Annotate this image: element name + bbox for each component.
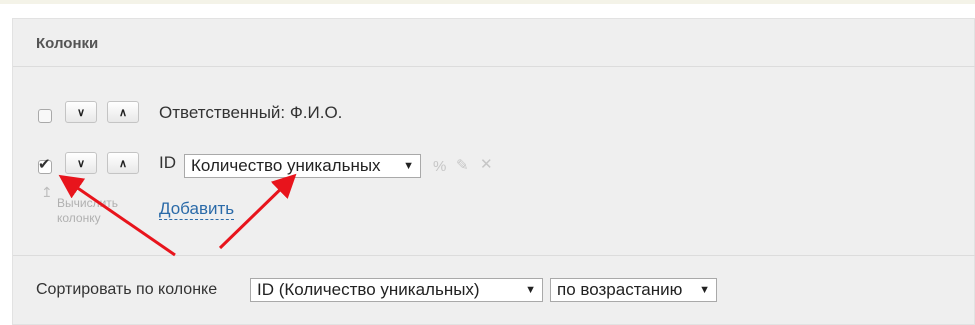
sort-divider (13, 255, 975, 256)
sort-order-select-value: по возрастанию (557, 280, 683, 299)
sort-order-select[interactable]: по возрастанию ▼ (550, 278, 717, 302)
caret-down-icon: ▼ (403, 160, 414, 172)
sort-column-select-value: ID (Количество уникальных) (257, 280, 480, 299)
chevron-down-icon: ∨ (76, 106, 86, 119)
percent-icon[interactable]: % (433, 159, 446, 174)
column-label-responsible: Ответственный: Ф.И.О. (159, 103, 343, 122)
edit-icon[interactable]: ✎ (456, 158, 469, 173)
add-column-link[interactable]: Добавить (159, 199, 235, 220)
top-border-line (0, 0, 975, 4)
move-down-button[interactable]: ∨ (65, 152, 97, 174)
move-up-button[interactable]: ∧ (107, 152, 139, 174)
arrow-up-hint-icon: ↥ (41, 184, 53, 200)
chevron-up-icon: ∧ (118, 106, 128, 119)
sort-label: Сортировать по колонке (36, 281, 218, 298)
column-label-id: ID (159, 153, 176, 172)
aggregate-select-value: Количество уникальных (191, 156, 381, 175)
chevron-up-icon: ∧ (118, 157, 128, 170)
caret-down-icon: ▼ (699, 284, 710, 296)
checkmark-icon: ✔ (38, 156, 51, 173)
chevron-down-icon: ∨ (76, 157, 86, 170)
column-checkbox-id[interactable]: ✔ (38, 156, 52, 174)
section-title: Колонки (36, 35, 99, 52)
compute-column-hint: Вычислить колонку (57, 196, 119, 225)
sort-column-select[interactable]: ID (Количество уникальных) ▼ (250, 278, 543, 302)
caret-down-icon: ▼ (525, 284, 536, 296)
aggregate-select[interactable]: Количество уникальных ▼ (184, 154, 421, 178)
columns-panel: Колонки ∨ ∧ Ответственный: Ф.И.О. ✔ ∨ ∧ … (12, 18, 975, 325)
move-down-button[interactable]: ∨ (65, 101, 97, 123)
header-divider (13, 66, 975, 67)
move-up-button[interactable]: ∧ (107, 101, 139, 123)
delete-icon[interactable]: ✕ (480, 157, 493, 172)
column-checkbox-responsible[interactable] (38, 109, 52, 123)
